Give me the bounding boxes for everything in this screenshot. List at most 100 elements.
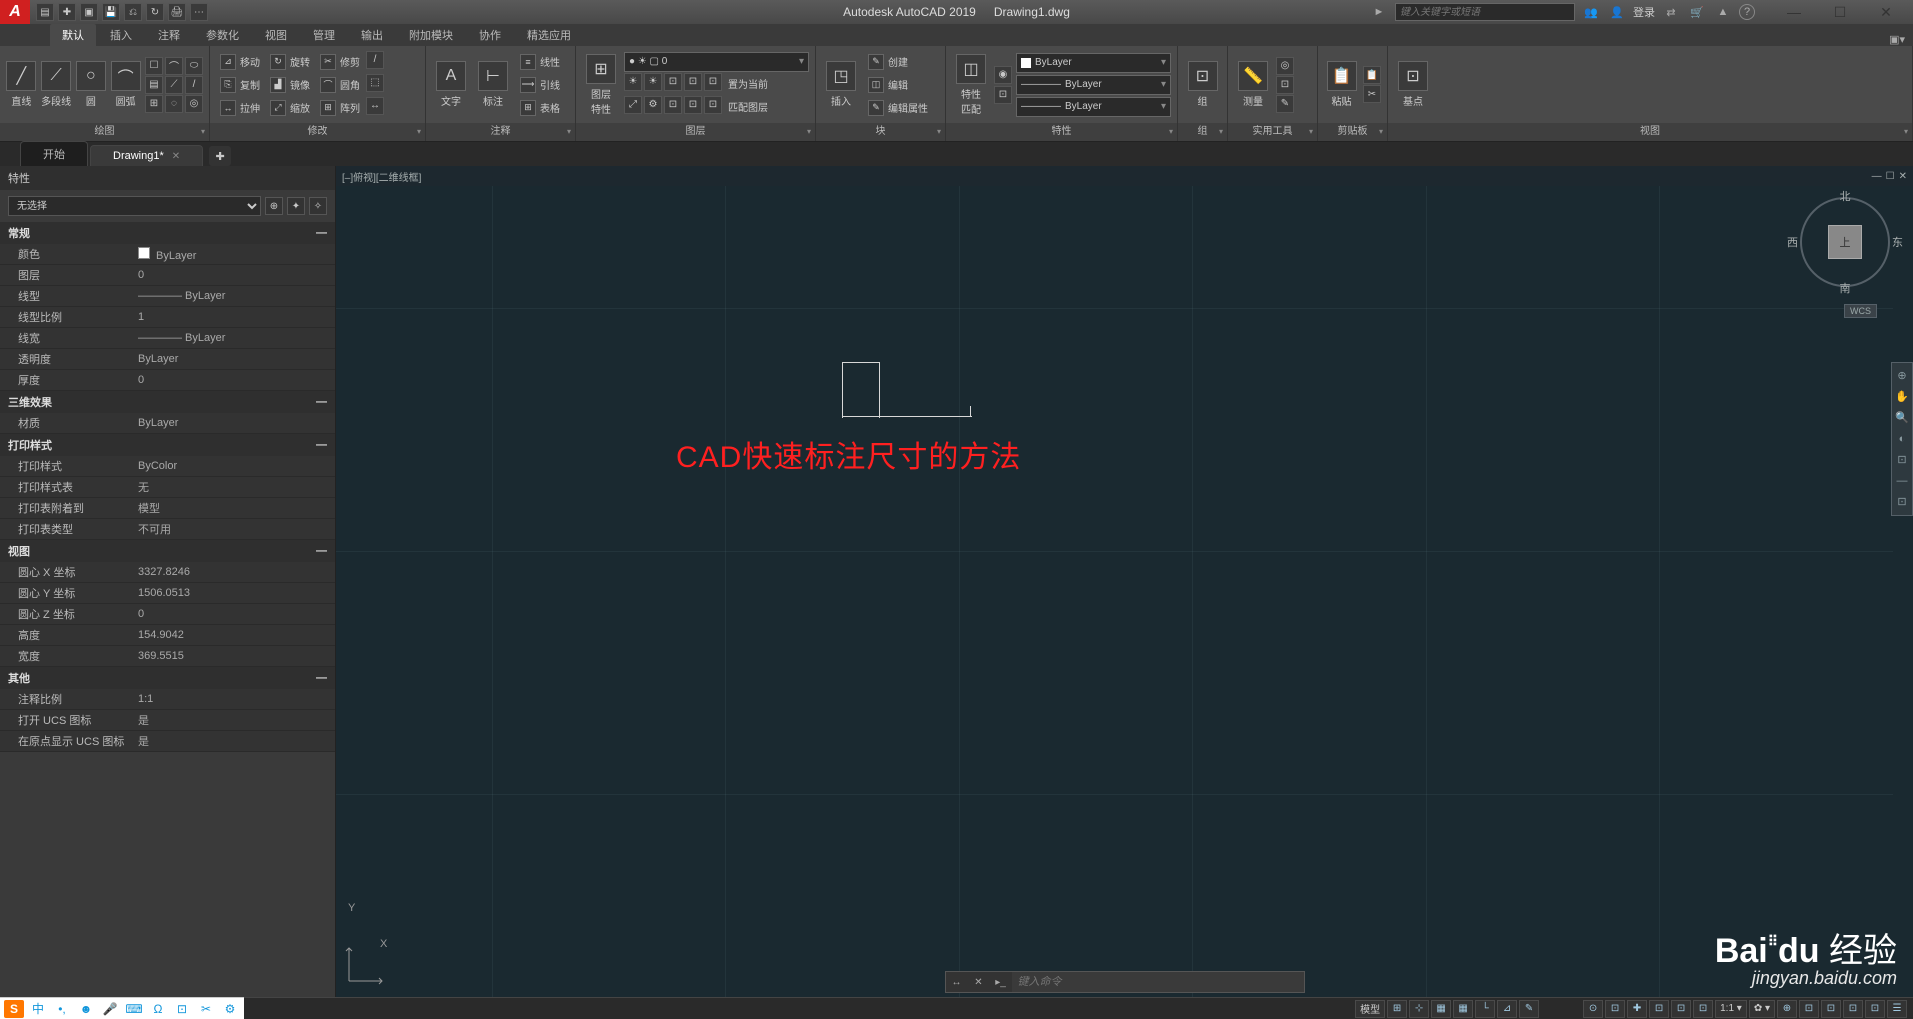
group-button[interactable]: ⊡组: [1184, 61, 1221, 108]
property-row[interactable]: 注释比例1:1: [0, 689, 335, 710]
offset-icon[interactable]: ↔: [366, 97, 384, 115]
region-icon[interactable]: ◎: [185, 95, 203, 113]
dyninput-icon[interactable]: ✎: [1519, 1000, 1539, 1018]
nav-pan-icon[interactable]: ✋: [1893, 388, 1911, 406]
layer-misc1-icon[interactable]: ⊡: [704, 73, 722, 91]
property-row[interactable]: 图层0: [0, 265, 335, 286]
ray-icon[interactable]: /: [185, 76, 203, 94]
tab-view[interactable]: 视图: [253, 24, 299, 46]
prop-section-header[interactable]: 常规—: [0, 222, 335, 244]
viewport-label[interactable]: [–]俯视][二维线框]: [342, 169, 421, 184]
quickselect-icon[interactable]: ⊕: [265, 197, 283, 215]
a360-icon[interactable]: ▲: [1713, 3, 1733, 21]
layer-freeze-icon[interactable]: ☀: [644, 73, 662, 91]
qat-new-icon[interactable]: ▤: [36, 3, 54, 21]
lineweight-selector[interactable]: ————ByLayer: [1016, 75, 1171, 95]
circle-button[interactable]: ○圆: [76, 61, 107, 108]
ime-keyboard-icon[interactable]: ⌨: [124, 1000, 144, 1018]
viewcube[interactable]: 北 南 东 西 上: [1795, 192, 1895, 292]
status-r8-icon[interactable]: ⊕: [1777, 1000, 1797, 1018]
ucs-icon[interactable]: Y X: [344, 946, 384, 989]
selectobj-icon[interactable]: ✧: [309, 197, 327, 215]
app-logo[interactable]: A: [0, 0, 30, 24]
rotate-button[interactable]: ↻旋转: [266, 51, 314, 73]
command-input[interactable]: [1012, 976, 1304, 988]
add-tab-button[interactable]: ✚: [209, 146, 231, 166]
copy-clip-icon[interactable]: 📋: [1363, 66, 1381, 84]
measure-button[interactable]: 📏测量: [1234, 61, 1272, 108]
qat-print-icon[interactable]: 🖨: [168, 3, 186, 21]
prop-section-header[interactable]: 三维效果—: [0, 391, 335, 413]
status-r5-icon[interactable]: ⊡: [1693, 1000, 1713, 1018]
infocenter-search-input[interactable]: [1395, 3, 1575, 21]
qat-more-icon[interactable]: ⋯: [190, 3, 208, 21]
fillet-button[interactable]: ⌒圆角: [316, 74, 364, 96]
qat-undo-icon[interactable]: ⎌: [124, 3, 142, 21]
panel-view-title[interactable]: 视图: [1388, 123, 1912, 141]
dimension-button[interactable]: ⊢标注: [474, 61, 512, 108]
extend-icon[interactable]: /: [366, 51, 384, 69]
cmd-handle-icon[interactable]: ↔: [946, 972, 968, 992]
layer-misc4-icon[interactable]: ⊡: [664, 96, 682, 114]
panel-utilities-title[interactable]: 实用工具: [1228, 123, 1317, 141]
property-row[interactable]: 高度154.9042: [0, 625, 335, 646]
ime-clip-icon[interactable]: ✂: [196, 1000, 216, 1018]
prop-section-header[interactable]: 其他—: [0, 667, 335, 689]
tab-default[interactable]: 默认: [50, 24, 96, 46]
selection-dropdown[interactable]: 无选择: [8, 196, 261, 216]
status-r10-icon[interactable]: ⊡: [1821, 1000, 1841, 1018]
command-line[interactable]: ↔ ✕ ▸_: [945, 971, 1305, 993]
ime-settings-icon[interactable]: ⚙: [220, 1000, 240, 1018]
viewcube-west[interactable]: 西: [1787, 234, 1798, 250]
status-r12-icon[interactable]: ⊡: [1865, 1000, 1885, 1018]
panel-group-title[interactable]: 组: [1178, 123, 1227, 141]
property-row[interactable]: 打印表类型不可用: [0, 519, 335, 540]
ime-symbol-icon[interactable]: Ω: [148, 1000, 168, 1018]
minimize-button[interactable]: —: [1771, 0, 1817, 24]
tab-manage[interactable]: 管理: [301, 24, 347, 46]
isoplane-icon[interactable]: └: [1475, 1000, 1495, 1018]
nav-extra-icon[interactable]: ⊡: [1893, 493, 1911, 511]
ime-emoji-icon[interactable]: ☻: [76, 1000, 96, 1018]
annotation-scale-button[interactable]: 1:1 ▾: [1715, 1000, 1747, 1018]
property-row[interactable]: 线宽———— ByLayer: [0, 328, 335, 349]
tab-output[interactable]: 输出: [349, 24, 395, 46]
mirror-button[interactable]: ▟镜像: [266, 74, 314, 96]
workspace-switch-button[interactable]: ✿ ▾: [1749, 1000, 1775, 1018]
property-row[interactable]: 在原点显示 UCS 图标是: [0, 731, 335, 752]
property-row[interactable]: 颜色ByLayer: [0, 244, 335, 265]
basepoint-button[interactable]: ⊡基点: [1394, 61, 1432, 108]
table-button[interactable]: ⊞表格: [516, 97, 564, 119]
status-r4-icon[interactable]: ⊡: [1671, 1000, 1691, 1018]
layer-lock-icon[interactable]: ⊡: [664, 73, 682, 91]
vp-max-icon[interactable]: ☐: [1886, 171, 1895, 182]
panel-annotation-title[interactable]: 注释: [426, 123, 575, 141]
property-row[interactable]: 打印表附着到模型: [0, 498, 335, 519]
xline-icon[interactable]: ⟋: [165, 76, 183, 94]
wcs-badge[interactable]: WCS: [1844, 304, 1877, 318]
polar-toggle-icon[interactable]: ▦: [1453, 1000, 1473, 1018]
donut-icon[interactable]: ◌: [165, 95, 183, 113]
line-button[interactable]: ╱直线: [6, 61, 37, 108]
ribbon-collapse-icon[interactable]: ▣▾: [1889, 33, 1913, 46]
color-wheel-icon[interactable]: ◉: [994, 66, 1012, 84]
match-props-button[interactable]: ◫特性 匹配: [952, 54, 990, 116]
nav-orbit-icon[interactable]: ◐: [1893, 430, 1911, 448]
qat-save-icon[interactable]: ▣: [80, 3, 98, 21]
util3-icon[interactable]: ✎: [1276, 95, 1294, 113]
tab-collab[interactable]: 协作: [467, 24, 513, 46]
scale-button[interactable]: ⤢缩放: [266, 97, 314, 119]
property-row[interactable]: 材质ByLayer: [0, 413, 335, 434]
panel-clipboard-title[interactable]: 剪贴板: [1318, 123, 1387, 141]
model-space-button[interactable]: 模型: [1355, 1000, 1385, 1018]
grid-toggle-icon[interactable]: ⊞: [1387, 1000, 1407, 1018]
prop-section-header[interactable]: 打印样式—: [0, 434, 335, 456]
property-row[interactable]: 透明度ByLayer: [0, 349, 335, 370]
viewcube-east[interactable]: 东: [1892, 234, 1903, 250]
util2-icon[interactable]: ⊡: [1276, 76, 1294, 94]
ime-voice-icon[interactable]: 🎤: [100, 1000, 120, 1018]
hatch-icon[interactable]: ▤: [145, 76, 163, 94]
vp-min-icon[interactable]: —: [1872, 171, 1882, 182]
property-row[interactable]: 宽度369.5515: [0, 646, 335, 667]
help-icon[interactable]: ?: [1739, 4, 1755, 20]
